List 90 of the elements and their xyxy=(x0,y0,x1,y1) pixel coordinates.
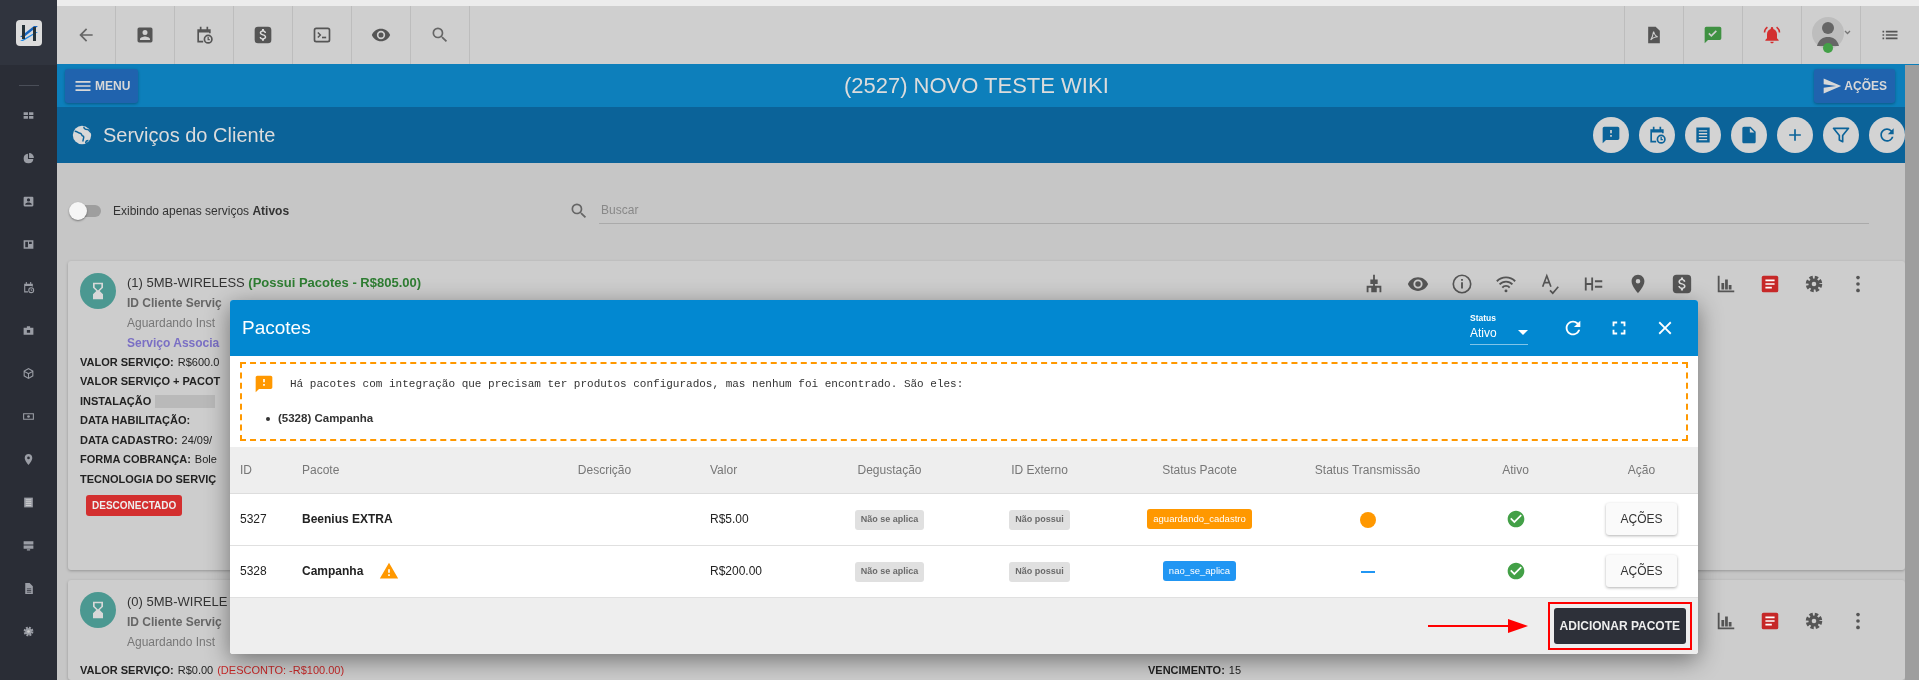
document-icon[interactable] xyxy=(22,582,35,595)
board-icon[interactable] xyxy=(22,238,35,251)
service-field: VALOR SERVIÇO: R$0.00 (DESCONTO: -R$100.00) xyxy=(80,660,1148,680)
column-header: Ativo xyxy=(1446,447,1586,494)
info-icon[interactable] xyxy=(1451,272,1473,295)
tasting-badge: Não se aplica xyxy=(854,510,925,530)
service-field: DATA HABILITAÇÃO: xyxy=(80,411,191,431)
status-badge: DESCONECTADO xyxy=(86,495,183,517)
table-cell: R$200.00 xyxy=(710,564,763,579)
service-status: Aguardando Inst xyxy=(127,314,216,332)
scrollbar[interactable] xyxy=(1905,65,1919,680)
terminal-icon[interactable] xyxy=(312,25,332,46)
service-title: (0) 5MB-WIRELE xyxy=(127,592,228,611)
filter-label: Exibindo apenas serviços Ativos xyxy=(113,202,290,220)
service-status: Aguardando Inst xyxy=(127,633,216,651)
calendar-clock-icon xyxy=(1647,125,1667,146)
column-header: Descrição xyxy=(520,447,690,494)
column-header: ID Externo xyxy=(970,447,1110,494)
filter-button[interactable] xyxy=(1823,117,1859,154)
alert-message: Há pacotes com integração que precisam ter produtos configurados, mas nenhum foi encontrado. São eles: xyxy=(290,376,964,392)
file-button[interactable] xyxy=(1731,117,1767,154)
column-header: Degustação xyxy=(810,447,970,494)
dollar-icon[interactable] xyxy=(253,25,273,46)
table-cell: R$5.00 xyxy=(710,512,749,527)
table-cell: 5328 xyxy=(240,564,267,579)
briefcase-icon[interactable] xyxy=(22,324,35,337)
column-header: ID xyxy=(230,447,302,494)
column-header: Status Transmissão xyxy=(1290,447,1446,494)
location-pin-icon[interactable] xyxy=(22,453,35,466)
actions-button[interactable]: AÇÕES xyxy=(1606,503,1677,536)
external-id-badge: Não possui xyxy=(1009,562,1070,582)
client-title: (2527) NOVO TESTE WIKI xyxy=(842,72,1110,101)
dollar-icon[interactable] xyxy=(1671,272,1693,295)
spell-check-icon[interactable] xyxy=(1539,272,1561,295)
calendar-clock-button[interactable] xyxy=(1639,117,1675,154)
server-icon[interactable] xyxy=(22,539,35,552)
column-header: Status Pacote xyxy=(1110,447,1290,494)
add-package-button[interactable]: ADICIONAR PACOTE xyxy=(1553,607,1686,644)
tasting-badge: Não se aplica xyxy=(854,562,925,582)
service-field: FORMA COBRANÇA: Bole xyxy=(80,450,217,470)
package-name: Beenius EXTRA xyxy=(302,511,393,529)
due-date-field: VENCIMENTO: 15 xyxy=(1148,660,1242,680)
bell-icon[interactable] xyxy=(1762,25,1782,46)
globe-icon xyxy=(71,124,93,147)
calendar-clock-icon[interactable] xyxy=(22,281,35,294)
refresh-button[interactable] xyxy=(1869,117,1905,154)
associated-service-link[interactable]: Serviço Associa xyxy=(127,332,220,353)
money-icon[interactable] xyxy=(22,410,35,423)
calendar-clock-icon[interactable] xyxy=(194,25,214,46)
contact-card-icon[interactable] xyxy=(135,25,155,46)
bullet-dot xyxy=(266,416,270,421)
service-id: ID Cliente Serviç xyxy=(127,294,222,312)
service-field: VALOR SERVIÇO + PACOT xyxy=(80,372,221,392)
actions-button[interactable]: AÇÕES xyxy=(1814,68,1895,103)
alert-list-item: (5328) Campanha xyxy=(278,411,374,426)
column-header: Valor xyxy=(690,447,810,494)
package-status-badge: nao_se_aplica xyxy=(1162,561,1237,582)
column-header: Ação xyxy=(1586,447,1698,494)
file-icon xyxy=(1739,125,1759,146)
settings-icon[interactable] xyxy=(22,625,35,638)
table-cell: 5327 xyxy=(240,512,267,527)
avatar-icon[interactable] xyxy=(1811,16,1851,55)
actions-button[interactable]: AÇÕES xyxy=(1606,555,1677,588)
page-title: Serviços do Cliente xyxy=(103,123,277,149)
column-header: Pacote xyxy=(302,447,520,494)
notes-button[interactable] xyxy=(1685,117,1721,154)
cube-icon[interactable] xyxy=(22,367,35,380)
package-name: Campanha xyxy=(302,563,364,581)
list-icon[interactable] xyxy=(22,496,35,509)
service-field: TECNOLOGIA DO SERVIÇ xyxy=(80,469,217,490)
service-id: ID Cliente Serviç xyxy=(127,613,222,631)
grid-icon[interactable] xyxy=(22,109,35,122)
package-status-badge: aguardando_cadastro xyxy=(1147,509,1252,530)
add-button[interactable] xyxy=(1777,117,1813,154)
service-field: DATA CADASTRO: 24/09/ xyxy=(80,430,213,451)
external-id-badge: Não possui xyxy=(1009,510,1070,530)
notes-icon xyxy=(1693,125,1713,146)
pie-chart-icon[interactable] xyxy=(22,152,35,165)
caret-icon xyxy=(1518,330,1528,335)
logo-icon[interactable] xyxy=(14,18,43,47)
search-field[interactable]: Buscar xyxy=(599,197,1869,225)
menu-button[interactable]: MENU xyxy=(65,68,139,103)
service-title: (1) 5MB-WIRELESS (Possui Pacotes - R$805.00) xyxy=(127,273,422,292)
service-field: VALOR SERVIÇO: R$600.0 xyxy=(80,352,220,373)
modal-title: Pacotes xyxy=(242,315,312,340)
status-select[interactable]: Status Ativo xyxy=(1470,311,1528,345)
feedback-button[interactable] xyxy=(1593,117,1629,154)
contact-card-icon[interactable] xyxy=(22,195,35,208)
service-field: INSTALAÇÃO xyxy=(80,391,152,412)
alert-icon xyxy=(254,374,274,394)
